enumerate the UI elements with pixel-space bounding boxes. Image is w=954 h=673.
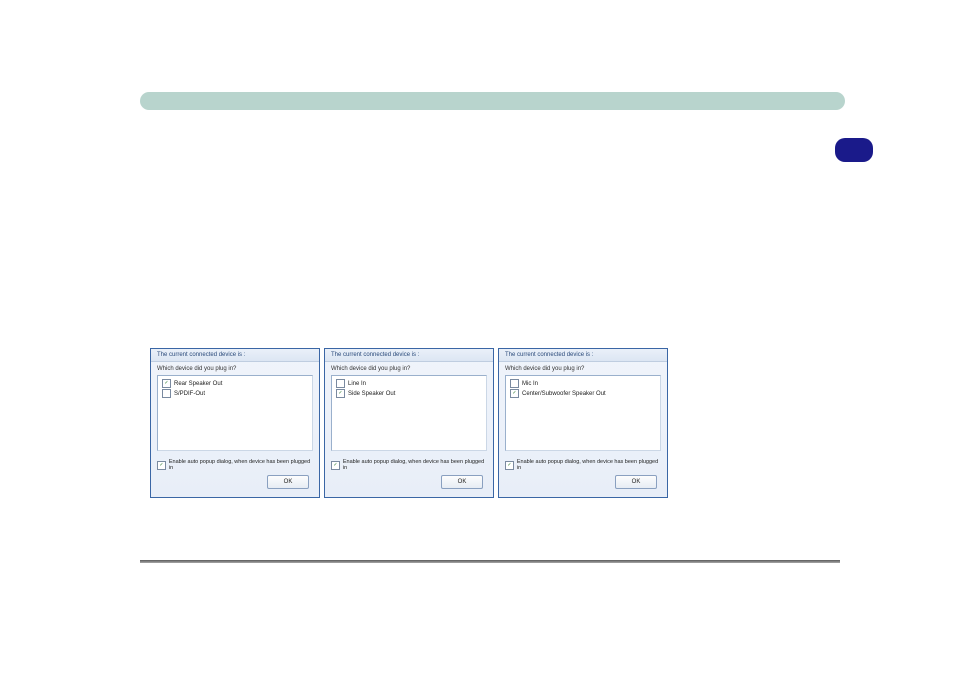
auto-popup-row[interactable]: Enable auto popup dialog, when device ha…: [157, 457, 313, 475]
button-row: OK: [157, 475, 313, 493]
dialog-body: Which device did you plug in? Line In Si…: [325, 362, 493, 497]
checkbox-icon[interactable]: [336, 389, 345, 398]
ok-button[interactable]: OK: [441, 475, 483, 489]
option-row[interactable]: Mic In: [510, 379, 656, 388]
auto-popup-row[interactable]: Enable auto popup dialog, when device ha…: [331, 457, 487, 475]
auto-popup-label: Enable auto popup dialog, when device ha…: [169, 459, 313, 471]
option-list: Mic In Center/Subwoofer Speaker Out: [505, 375, 661, 451]
option-label: Line In: [348, 381, 366, 387]
auto-popup-label: Enable auto popup dialog, when device ha…: [517, 459, 661, 471]
checkbox-icon[interactable]: [157, 461, 166, 470]
dialog-title: The current connected device is :: [151, 349, 319, 362]
option-label: Side Speaker Out: [348, 391, 395, 397]
option-row[interactable]: Line In: [336, 379, 482, 388]
checkbox-icon[interactable]: [510, 389, 519, 398]
auto-popup-row[interactable]: Enable auto popup dialog, when device ha…: [505, 457, 661, 475]
checkbox-icon[interactable]: [331, 461, 340, 470]
button-row: OK: [331, 475, 487, 493]
checkbox-icon[interactable]: [162, 379, 171, 388]
device-dialog-1: The current connected device is : Which …: [150, 348, 320, 498]
checkbox-icon[interactable]: [162, 389, 171, 398]
dialog-body: Which device did you plug in? Rear Speak…: [151, 362, 319, 497]
prompt-text: Which device did you plug in?: [157, 366, 313, 372]
checkbox-icon[interactable]: [336, 379, 345, 388]
ok-button[interactable]: OK: [615, 475, 657, 489]
ok-button[interactable]: OK: [267, 475, 309, 489]
dialog-title: The current connected device is :: [325, 349, 493, 362]
option-label: Rear Speaker Out: [174, 381, 222, 387]
option-row[interactable]: Side Speaker Out: [336, 389, 482, 398]
header-banner: [140, 92, 845, 110]
button-row: OK: [505, 475, 661, 493]
option-label: S/PDIF-Out: [174, 391, 205, 397]
side-pill: [835, 138, 873, 162]
option-row[interactable]: S/PDIF-Out: [162, 389, 308, 398]
checkbox-icon[interactable]: [510, 379, 519, 388]
device-dialog-3: The current connected device is : Which …: [498, 348, 668, 498]
dialog-body: Which device did you plug in? Mic In Cen…: [499, 362, 667, 497]
option-label: Mic In: [522, 381, 538, 387]
option-label: Center/Subwoofer Speaker Out: [522, 391, 606, 397]
dialog-row: The current connected device is : Which …: [150, 348, 668, 498]
option-row[interactable]: Rear Speaker Out: [162, 379, 308, 388]
prompt-text: Which device did you plug in?: [331, 366, 487, 372]
prompt-text: Which device did you plug in?: [505, 366, 661, 372]
option-list: Line In Side Speaker Out: [331, 375, 487, 451]
option-row[interactable]: Center/Subwoofer Speaker Out: [510, 389, 656, 398]
auto-popup-label: Enable auto popup dialog, when device ha…: [343, 459, 487, 471]
checkbox-icon[interactable]: [505, 461, 514, 470]
divider: [140, 560, 840, 563]
dialog-title: The current connected device is :: [499, 349, 667, 362]
device-dialog-2: The current connected device is : Which …: [324, 348, 494, 498]
option-list: Rear Speaker Out S/PDIF-Out: [157, 375, 313, 451]
